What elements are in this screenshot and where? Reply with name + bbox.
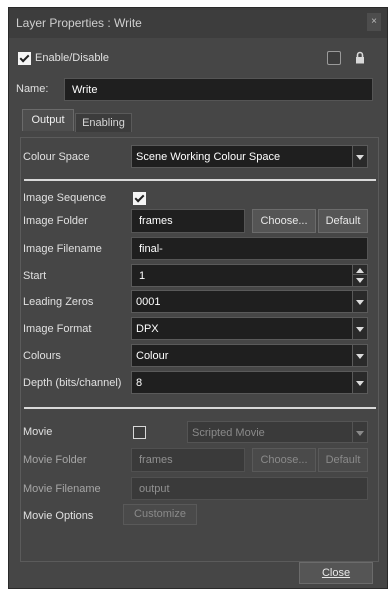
chevron-down-icon — [352, 422, 367, 442]
title-bar: Layer Properties : Write × — [9, 8, 387, 36]
chevron-down-icon — [352, 318, 367, 339]
name-field[interactable]: Write — [64, 78, 373, 101]
movie-type-value: Scripted Movie — [192, 427, 265, 439]
customize-button[interactable]: Customize — [123, 504, 197, 525]
separator — [24, 179, 376, 181]
depth-label: Depth (bits/channel) — [23, 377, 122, 389]
close-icon[interactable]: × — [367, 13, 381, 31]
window-title: Layer Properties : Write — [16, 16, 142, 30]
image-filename-label: Image Filename — [23, 243, 102, 255]
movie-label: Movie — [23, 426, 53, 438]
image-sequence-checkbox[interactable] — [133, 192, 146, 205]
lock-icon — [356, 51, 364, 64]
start-value: 1 — [139, 270, 146, 282]
leading-zeros-label: Leading Zeros — [23, 296, 94, 308]
spin-arrows-icon[interactable] — [352, 265, 367, 286]
tab-output[interactable]: Output — [22, 109, 74, 131]
depth-value: 8 — [136, 377, 143, 389]
image-filename-field[interactable]: final- — [131, 237, 368, 260]
movie-type-dropdown[interactable]: Scripted Movie — [187, 421, 368, 443]
leading-zeros-dropdown[interactable]: 0001 — [131, 290, 368, 313]
movie-folder-label: Movie Folder — [23, 454, 87, 466]
movie-folder-choose-button[interactable]: Choose... — [252, 448, 316, 472]
movie-filename-label: Movie Filename — [23, 483, 101, 495]
colours-value: Colour — [136, 350, 169, 362]
enable-checkbox[interactable] — [18, 52, 31, 65]
layer-properties-window: Layer Properties : Write × Enable/Disabl… — [8, 7, 388, 589]
movie-filename-field[interactable]: output — [131, 477, 368, 500]
image-folder-label: Image Folder — [23, 215, 88, 227]
image-folder-field[interactable]: frames — [131, 209, 245, 233]
separator — [24, 407, 376, 409]
chevron-down-icon — [352, 291, 367, 312]
close-button[interactable]: Close — [299, 562, 373, 584]
dialog-body: Enable/Disable Name: Write Output Enabli… — [9, 38, 387, 588]
colours-label: Colours — [23, 350, 61, 362]
lock-checkbox[interactable] — [327, 51, 341, 65]
chevron-down-icon — [352, 345, 367, 366]
depth-dropdown[interactable]: 8 — [131, 371, 368, 394]
tab-enabling[interactable]: Enabling — [75, 113, 132, 132]
name-label: Name: — [16, 83, 49, 95]
image-sequence-label: Image Sequence — [23, 192, 107, 204]
movie-folder-default-button[interactable]: Default — [318, 448, 368, 472]
colour-space-label: Colour Space — [23, 151, 90, 163]
image-folder-default-button[interactable]: Default — [318, 209, 368, 233]
start-spinbox[interactable]: 1 — [131, 264, 368, 287]
image-format-value: DPX — [136, 323, 159, 335]
movie-checkbox[interactable] — [133, 426, 146, 439]
movie-folder-field[interactable]: frames — [131, 448, 245, 472]
colour-space-dropdown[interactable]: Scene Working Colour Space — [131, 145, 368, 168]
enable-label: Enable/Disable — [35, 52, 109, 64]
chevron-down-icon — [352, 372, 367, 393]
movie-options-label: Movie Options — [23, 510, 94, 522]
image-format-label: Image Format — [23, 323, 92, 335]
chevron-down-icon — [352, 146, 367, 167]
start-label: Start — [23, 270, 47, 282]
leading-zeros-value: 0001 — [136, 296, 161, 308]
colour-space-value: Scene Working Colour Space — [136, 151, 281, 163]
colours-dropdown[interactable]: Colour — [131, 344, 368, 367]
image-folder-choose-button[interactable]: Choose... — [252, 209, 316, 233]
image-format-dropdown[interactable]: DPX — [131, 317, 368, 340]
